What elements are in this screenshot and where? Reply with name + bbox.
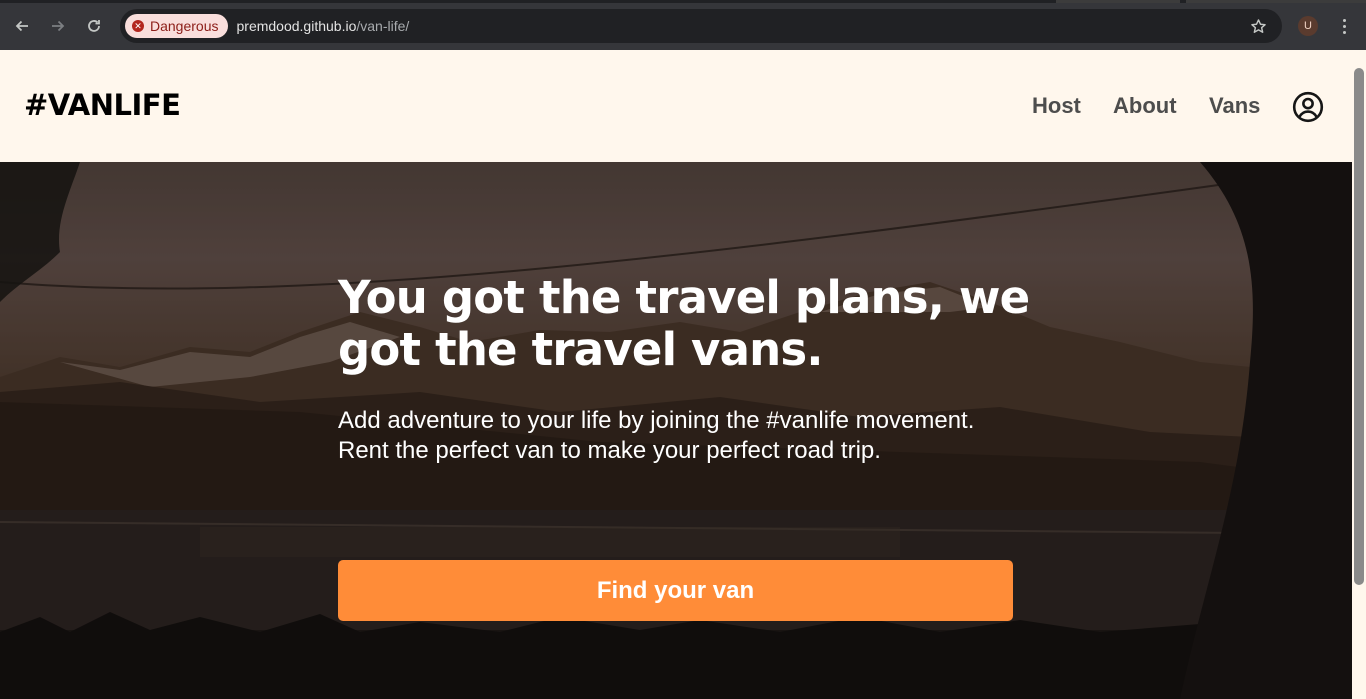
page-viewport: #VANLIFE Host About Vans You got the tra… [0,50,1352,699]
url-text[interactable]: premdood.github.io/van-life/ [237,18,410,34]
tab-strip-hint [1186,0,1366,3]
hero-subtitle: Add adventure to your life by joining th… [338,406,1038,466]
site-header: #VANLIFE Host About Vans [0,50,1352,162]
hero-section: You got the travel plans, we got the tra… [0,162,1352,699]
find-your-van-button[interactable]: Find your van [338,560,1013,621]
bookmark-button[interactable] [1248,16,1268,36]
tab-strip [0,0,1366,3]
security-chip-label: Dangerous [150,18,219,34]
nav-link-vans[interactable]: Vans [1209,93,1260,119]
hero-subtitle-line-2: Rent the perfect van to make your perfec… [338,437,881,464]
site-security-chip[interactable]: ✕ Dangerous [125,14,228,38]
tab-strip-hint [1056,0,1180,3]
nav-link-about[interactable]: About [1113,93,1177,119]
address-bar[interactable]: ✕ Dangerous premdood.github.io/van-life/ [120,9,1282,43]
hero-subtitle-line-1: Add adventure to your life by joining th… [338,407,975,434]
bookmark-star-icon [1250,18,1266,33]
kebab-menu-icon [1342,18,1346,34]
forward-button[interactable] [45,13,71,39]
scrollbar-thumb[interactable] [1354,68,1364,585]
page-scrollbar[interactable] [1352,50,1366,699]
nav-link-host[interactable]: Host [1032,93,1081,119]
profile-avatar[interactable]: U [1298,16,1318,36]
reload-button[interactable] [81,13,107,39]
forward-arrow-icon [52,20,65,32]
reload-icon [88,20,100,32]
url-host: premdood.github.io [236,18,357,34]
danger-icon: ✕ [132,20,144,32]
account-circle-icon[interactable] [1292,91,1324,123]
url-path: /van-life/ [356,18,410,34]
hero-title: You got the travel plans, we got the tra… [338,271,1030,376]
browser-menu-button[interactable] [1334,14,1354,38]
site-logo[interactable]: #VANLIFE [24,88,181,122]
browser-toolbar: ✕ Dangerous premdood.github.io/van-life/… [0,0,1366,50]
back-arrow-icon [15,20,28,32]
back-button[interactable] [9,13,35,39]
